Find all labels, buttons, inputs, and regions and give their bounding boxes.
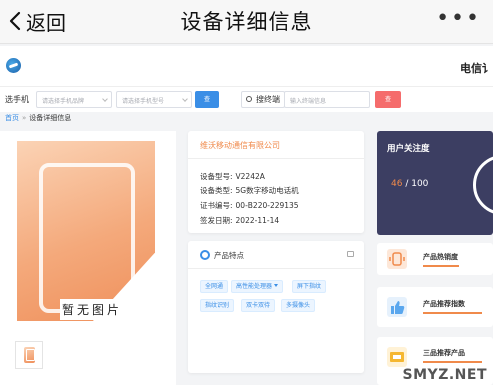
feature-tag[interactable]: 双卡双待 [241, 299, 276, 312]
info-row-certificate: 证书编号: 00-B220-229135 [200, 200, 299, 211]
features-heading: 产品特点 [200, 250, 244, 261]
company-name: 维沃移动通信有限公司 [200, 141, 280, 150]
product-placeholder-image [17, 141, 155, 321]
info-value: 2022-11-14 [235, 216, 280, 225]
attention-score: 46 / 100 [391, 179, 428, 189]
product-icon [387, 347, 407, 367]
feature-tag[interactable]: 指纹识别 [200, 299, 235, 312]
search-icon [246, 96, 252, 102]
stat-bar [423, 265, 459, 267]
feature-tag-label: 双卡双待 [246, 302, 271, 309]
user-attention-card: 用户关注度 46 / 100 [377, 131, 493, 235]
stat-label: 产品热销度 [423, 253, 458, 261]
info-value: 5G数字移动电话机 [235, 186, 299, 195]
caret-down-icon [274, 284, 279, 287]
phone-filter-label: 选手机 [5, 95, 29, 104]
attention-gauge-ring [473, 155, 493, 215]
info-key: 签发日期: [200, 216, 233, 225]
attention-title: 用户关注度 [387, 144, 430, 154]
phone-thumbnail-icon [24, 347, 35, 363]
terminal-label-text: 搜终端 [256, 95, 280, 104]
phone-outline-icon [39, 163, 135, 313]
gear-icon [200, 250, 210, 260]
attention-score-value: 46 [391, 179, 403, 189]
feature-tag-label: 全网通 [205, 283, 224, 290]
page-title: 设备详细信息 [180, 10, 313, 34]
info-value: 00-B220-229135 [235, 201, 299, 210]
feature-tag-label: 屏下指纹 [297, 283, 322, 290]
info-value: V2242A [235, 172, 265, 181]
feature-tag-label: 多摄像头 [286, 302, 311, 309]
feature-tag[interactable]: 多摄像头 [281, 299, 316, 312]
product-features-card: 产品特点 全网通 高性能处理器 屏下指纹 指纹识别 双卡双待 多摄像头 [188, 241, 364, 373]
stat-label: 三品推荐产品 [423, 349, 465, 357]
product-thumbnail[interactable] [15, 341, 43, 369]
chevron-down-icon [102, 96, 108, 102]
phone-search-button[interactable]: 查 [195, 91, 219, 108]
info-key: 设备类型: [200, 186, 233, 195]
product-image-panel: 暂无图片 [0, 131, 176, 385]
features-title: 产品特点 [214, 251, 244, 260]
stat-card-recommend-index: 产品推荐指数 [377, 287, 493, 327]
divider [188, 158, 364, 159]
no-image-label: 暂无图片 [60, 299, 160, 320]
stat-card-sales: 产品热销度 [377, 243, 493, 275]
stats-column: 用户关注度 46 / 100 产品热销度 产品推荐指数 三品推荐产品 [377, 131, 493, 385]
info-row-issue-date: 签发日期: 2022-11-14 [200, 215, 279, 226]
info-key: 设备型号: [200, 172, 233, 181]
feature-tag[interactable]: 全网通 [200, 280, 229, 293]
model-select-placeholder: 请选择手机型号 [122, 98, 165, 105]
top-navbar: 返回 设备详细信息 ••• [0, 0, 493, 44]
brand-select[interactable]: 请选择手机品牌 [36, 91, 112, 108]
feature-tag[interactable]: 高性能处理器 [231, 280, 284, 293]
breadcrumb-separator: » [22, 114, 27, 122]
collapse-icon[interactable] [347, 251, 354, 257]
brand-select-placeholder: 请选择手机品牌 [42, 98, 85, 105]
feature-tag-label: 高性能处理器 [236, 283, 273, 290]
feature-tag[interactable]: 屏下指纹 [292, 280, 327, 293]
model-select[interactable]: 请选择手机型号 [116, 91, 192, 108]
stat-bar [423, 312, 482, 314]
terminal-search-label: 搜终端 [241, 91, 285, 108]
site-logo-icon[interactable] [6, 58, 21, 73]
thumbs-up-icon [387, 297, 407, 317]
watermark: SMYZ.NET [402, 367, 487, 383]
product-info-card: 维沃移动通信有限公司 设备型号: V2242A 设备类型: 5G数字移动电话机 证书… [188, 131, 364, 233]
terminal-search-input[interactable]: 输入终端信息 [284, 91, 370, 108]
attention-score-total: / 100 [405, 179, 429, 189]
info-row-type: 设备类型: 5G数字移动电话机 [200, 185, 299, 196]
breadcrumb-current: 设备详细信息 [29, 114, 72, 122]
terminal-search-button[interactable]: 查 [375, 91, 401, 108]
info-row-model: 设备型号: V2242A [200, 171, 265, 182]
filter-bar: 选手机 请选择手机品牌 请选择手机型号 查 搜终端 输入终端信息 查 [0, 86, 493, 112]
divider [188, 268, 364, 269]
stat-bar [423, 361, 482, 363]
breadcrumb-home-link[interactable]: 首页 [5, 114, 19, 122]
info-key: 证书编号: [200, 201, 233, 210]
chevron-down-icon [182, 96, 188, 102]
feature-tag-label: 指纹识别 [205, 302, 230, 309]
stat-label: 产品推荐指数 [423, 300, 465, 308]
sales-icon [387, 249, 407, 269]
more-menu-icon[interactable]: ••• [436, 8, 481, 30]
page: 返回 设备详细信息 ••• 电信讠 选手机 请选择手机品牌 请选择手机型号 查 … [0, 0, 493, 385]
breadcrumb: 首页» 设备详细信息 [5, 113, 71, 123]
site-name: 电信讠 [460, 62, 493, 75]
site-header: 电信讠 [0, 46, 493, 86]
